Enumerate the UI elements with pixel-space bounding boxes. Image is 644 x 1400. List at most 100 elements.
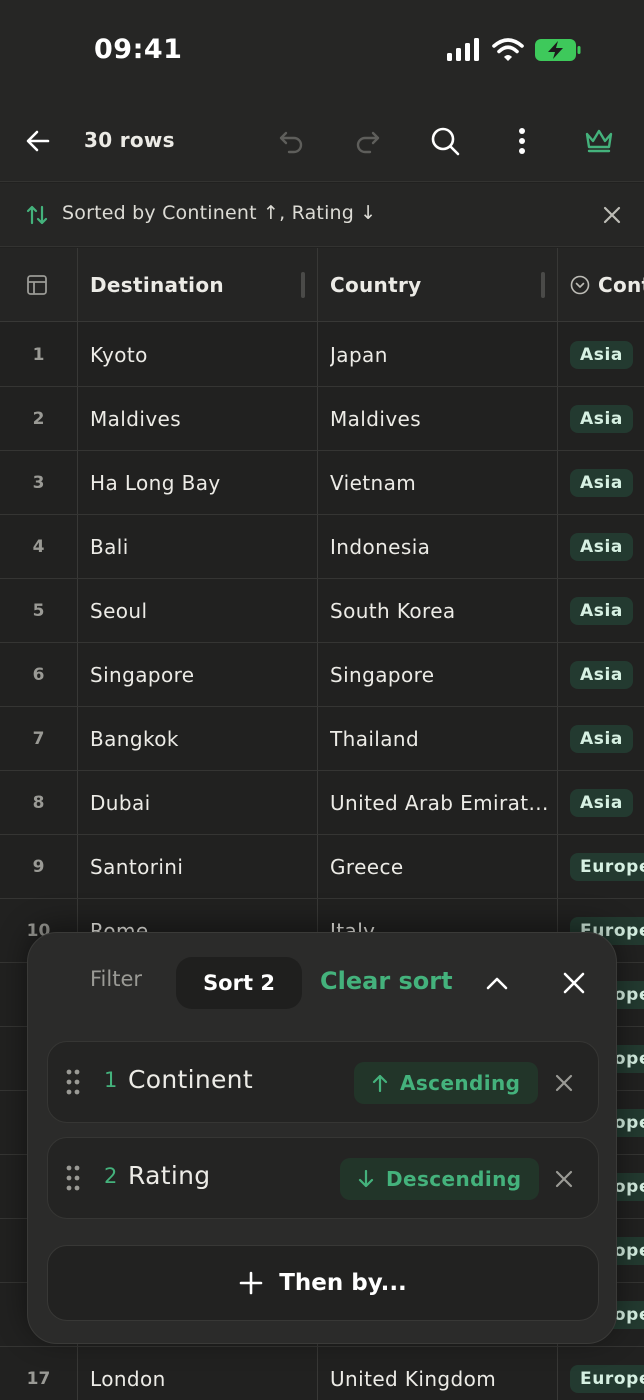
row-index-header[interactable] (26, 248, 48, 322)
add-sort-rule-label: Then by... (279, 1270, 407, 1296)
dismiss-sort-banner-button[interactable] (596, 199, 628, 231)
column-header-destination[interactable]: Destination (90, 248, 224, 322)
redo-button[interactable] (347, 120, 389, 162)
cell-continent[interactable]: Asia (570, 707, 633, 771)
cell-continent[interactable]: Asia (570, 387, 633, 451)
chevron-up-icon (486, 977, 508, 990)
cell-country[interactable]: Maldives (330, 387, 550, 451)
sort-rule-rating[interactable]: 2 Rating Descending (47, 1137, 599, 1219)
row-count: 30 rows (84, 128, 175, 152)
collapse-panel-button[interactable] (477, 963, 517, 1003)
continent-tag: Asia (570, 661, 633, 689)
table-row[interactable]: 1 Kyoto Japan Asia (0, 323, 644, 387)
status-bar: 09:41 (0, 0, 644, 100)
cell-destination[interactable]: London (90, 1347, 166, 1400)
close-icon (555, 1074, 573, 1092)
row-number: 6 (32, 665, 45, 685)
grid-header: Destination Country Cont (0, 248, 644, 322)
sort-direction-toggle[interactable]: Descending (340, 1158, 540, 1200)
table-row[interactable]: 6 Singapore Singapore Asia (0, 643, 644, 707)
continent-tag: Europe (570, 1365, 644, 1393)
remove-sort-rule-button[interactable] (546, 1065, 582, 1101)
tab-filter[interactable]: Filter (90, 967, 142, 991)
sort-rule-continent[interactable]: 1 Continent Ascending (47, 1041, 599, 1123)
cell-continent[interactable]: Asia (570, 771, 633, 835)
table-row[interactable]: 8 Dubai United Arab Emirat... Asia (0, 771, 644, 835)
cell-destination[interactable]: Kyoto (90, 323, 148, 387)
column-resize-handle[interactable] (541, 272, 545, 298)
toolbar: 30 rows (0, 100, 644, 182)
cell-country[interactable]: Thailand (330, 707, 550, 771)
cell-continent[interactable]: Asia (570, 515, 633, 579)
drag-handle-icon[interactable] (66, 1165, 80, 1195)
cell-destination[interactable]: Bangkok (90, 707, 179, 771)
cell-country[interactable]: Greece (330, 835, 550, 899)
cell-destination[interactable]: Maldives (90, 387, 181, 451)
row-number: 1 (32, 345, 45, 365)
cell-country[interactable]: United Arab Emirat... (330, 771, 550, 835)
column-resize-handle[interactable] (301, 272, 305, 298)
table-row[interactable]: 3 Ha Long Bay Vietnam Asia (0, 451, 644, 515)
table-row[interactable]: 7 Bangkok Thailand Asia (0, 707, 644, 771)
search-button[interactable] (424, 120, 466, 162)
cell-destination[interactable]: Ha Long Bay (90, 451, 221, 515)
add-sort-rule-button[interactable]: Then by... (47, 1245, 599, 1321)
redo-icon (356, 131, 380, 154)
row-number: 8 (32, 793, 45, 813)
continent-tag: Asia (570, 597, 633, 625)
undo-icon (279, 131, 303, 154)
table-row[interactable]: 17 London United Kingdom Europe (0, 1347, 644, 1400)
close-icon (555, 1170, 573, 1188)
tab-sort[interactable]: Sort 2 (176, 957, 302, 1009)
continent-tag: Asia (570, 725, 633, 753)
row-number: 17 (26, 1369, 51, 1389)
row-number: 3 (32, 473, 45, 493)
arrow-down-icon (358, 1170, 374, 1188)
cell-country[interactable]: South Korea (330, 579, 550, 643)
remove-sort-rule-button[interactable] (546, 1161, 582, 1197)
premium-button[interactable] (578, 120, 620, 162)
status-icons (446, 38, 582, 62)
signal-icon (447, 38, 479, 61)
sort-panel: Filter Sort 2 Clear sort 1 Continent Asc… (27, 932, 617, 1344)
cell-country[interactable]: United Kingdom (330, 1347, 550, 1400)
sort-rule-index: 2 (104, 1164, 118, 1188)
clear-sort-button[interactable]: Clear sort (320, 967, 453, 995)
cell-destination[interactable]: Bali (90, 515, 129, 579)
cell-destination[interactable]: Singapore (90, 643, 195, 707)
more-vertical-icon (519, 128, 525, 154)
table-row[interactable]: 4 Bali Indonesia Asia (0, 515, 644, 579)
cell-continent[interactable]: Asia (570, 643, 633, 707)
column-header-continent[interactable]: Cont (570, 248, 644, 322)
close-panel-button[interactable] (554, 963, 594, 1003)
continent-tag: Asia (570, 533, 633, 561)
sort-direction-toggle[interactable]: Ascending (354, 1062, 539, 1104)
back-button[interactable] (17, 120, 59, 162)
cell-continent[interactable]: Asia (570, 451, 633, 515)
cell-country[interactable]: Vietnam (330, 451, 550, 515)
cell-continent[interactable]: Europe (570, 1347, 644, 1400)
cell-country[interactable]: Singapore (330, 643, 550, 707)
more-button[interactable] (501, 120, 543, 162)
cell-destination[interactable]: Seoul (90, 579, 147, 643)
table-row[interactable]: 9 Santorini Greece Europe (0, 835, 644, 899)
sort-rule-field[interactable]: Continent (128, 1065, 253, 1094)
cell-destination[interactable]: Dubai (90, 771, 151, 835)
cell-continent[interactable]: Asia (570, 323, 633, 387)
table-row[interactable]: 5 Seoul South Korea Asia (0, 579, 644, 643)
drag-handle-icon[interactable] (66, 1069, 80, 1099)
cell-continent[interactable]: Asia (570, 579, 633, 643)
table-row[interactable]: 2 Maldives Maldives Asia (0, 387, 644, 451)
cell-continent[interactable]: Europe (570, 835, 644, 899)
row-number: 5 (32, 601, 45, 621)
continent-tag: Asia (570, 469, 633, 497)
crown-icon (585, 129, 613, 153)
sort-rule-field[interactable]: Rating (128, 1161, 210, 1190)
plus-icon (239, 1271, 263, 1295)
sort-banner[interactable]: Sorted by Continent ↑, Rating ↓ (0, 183, 644, 247)
cell-country[interactable]: Indonesia (330, 515, 550, 579)
cell-country[interactable]: Japan (330, 323, 550, 387)
column-header-country[interactable]: Country (330, 248, 421, 322)
undo-button[interactable] (270, 120, 312, 162)
cell-destination[interactable]: Santorini (90, 835, 183, 899)
